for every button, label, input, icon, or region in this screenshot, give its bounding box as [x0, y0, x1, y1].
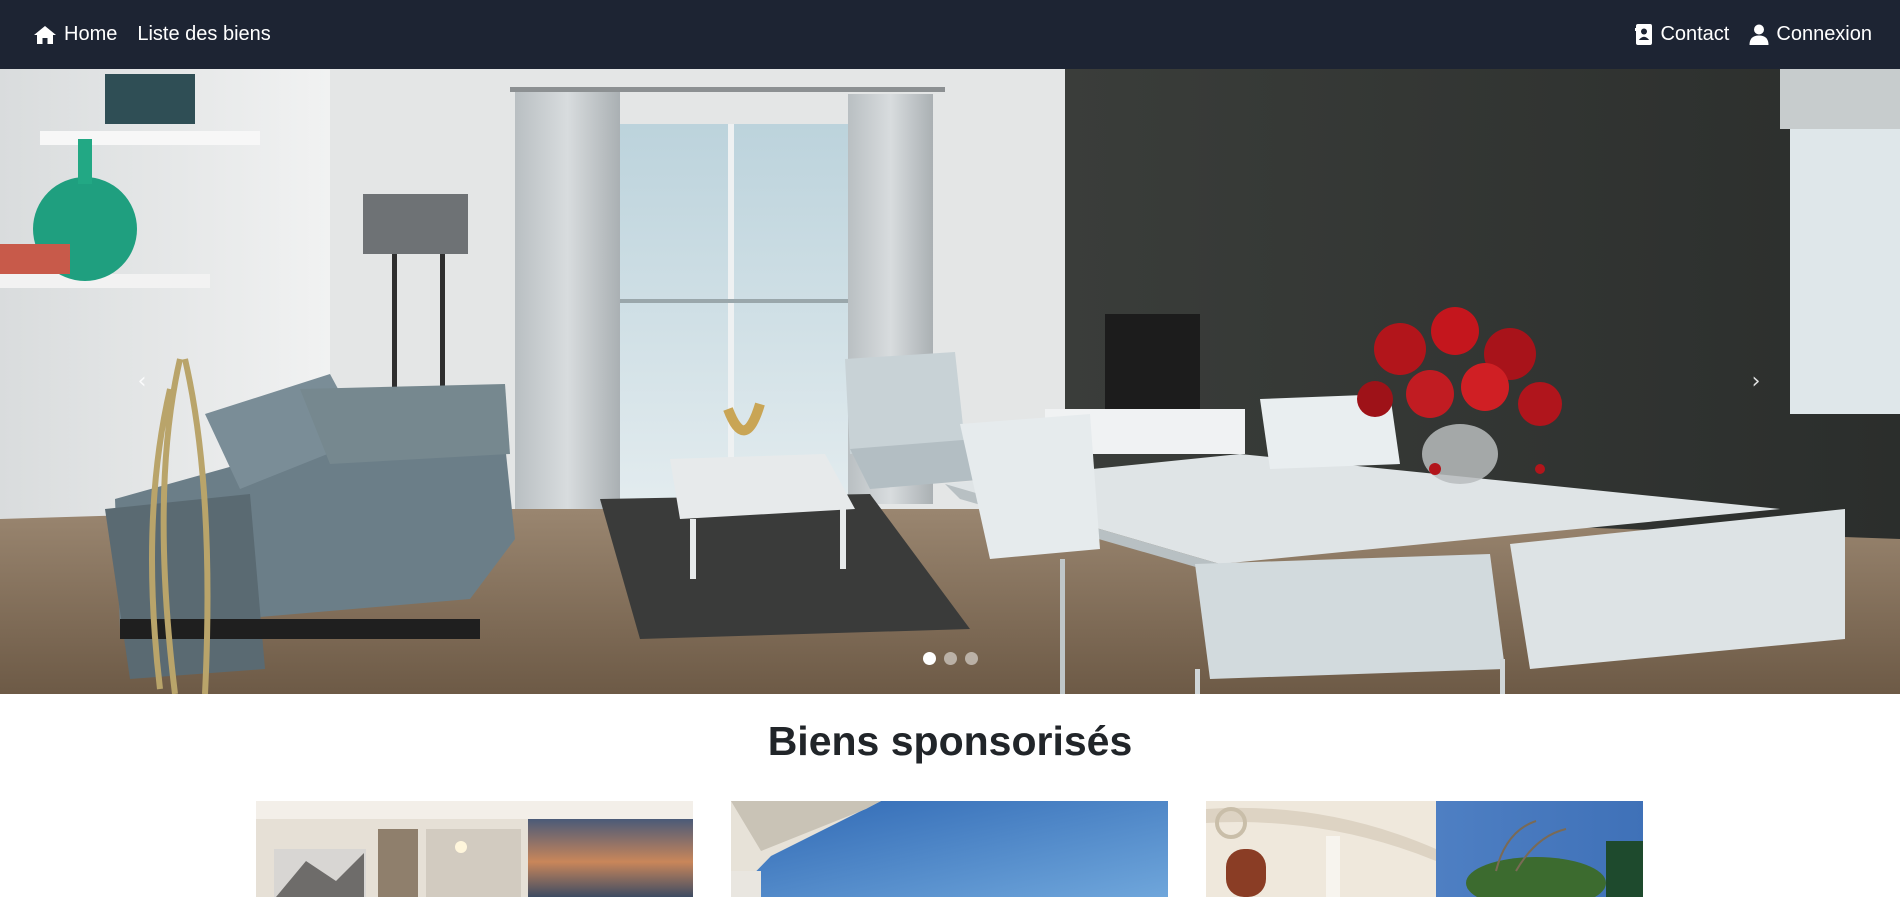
- chevron-right-icon: ›: [1751, 369, 1761, 394]
- nav-left-group: Home Liste des biens: [33, 23, 271, 46]
- carousel-indicator-2[interactable]: [943, 652, 957, 665]
- nav-login-label: Connexion: [1776, 23, 1872, 45]
- carousel-indicator-1[interactable]: [922, 652, 936, 665]
- user-icon: [1749, 24, 1769, 45]
- sponsored-section-title: Biens sponsorisés: [767, 718, 1133, 764]
- sponsored-card-1[interactable]: [256, 801, 693, 897]
- top-navbar: Home Liste des biens Contact Connexion: [0, 0, 1900, 69]
- hero-carousel: ‹ ›: [0, 69, 1900, 694]
- nav-login-link[interactable]: Connexion: [1749, 23, 1872, 46]
- property-image-1: [256, 801, 693, 897]
- sponsored-card-2[interactable]: [731, 801, 1168, 897]
- nav-contact-link[interactable]: Contact: [1635, 23, 1729, 46]
- carousel-next-button[interactable]: ›: [1696, 69, 1816, 694]
- nav-contact-label: Contact: [1660, 23, 1730, 45]
- property-image-2: [731, 801, 1168, 897]
- nav-home-label: Home: [64, 23, 118, 45]
- nav-right-group: Contact Connexion: [1635, 23, 1872, 46]
- nav-listing-label: Liste des biens: [137, 23, 271, 45]
- chevron-left-icon: ‹: [137, 369, 147, 394]
- sponsored-card-3[interactable]: [1206, 801, 1643, 897]
- nav-home-link[interactable]: Home: [33, 23, 117, 46]
- carousel-indicators: [0, 652, 1900, 665]
- home-icon: [33, 25, 57, 45]
- nav-listing-link[interactable]: Liste des biens: [137, 23, 270, 46]
- living-room-slide-image: [0, 69, 1900, 694]
- carousel-indicator-3[interactable]: [964, 652, 978, 665]
- sponsored-cards-row: [0, 801, 1900, 897]
- address-card-icon: [1635, 24, 1653, 45]
- property-image-3: [1206, 801, 1643, 897]
- carousel-prev-button[interactable]: ‹: [82, 69, 202, 694]
